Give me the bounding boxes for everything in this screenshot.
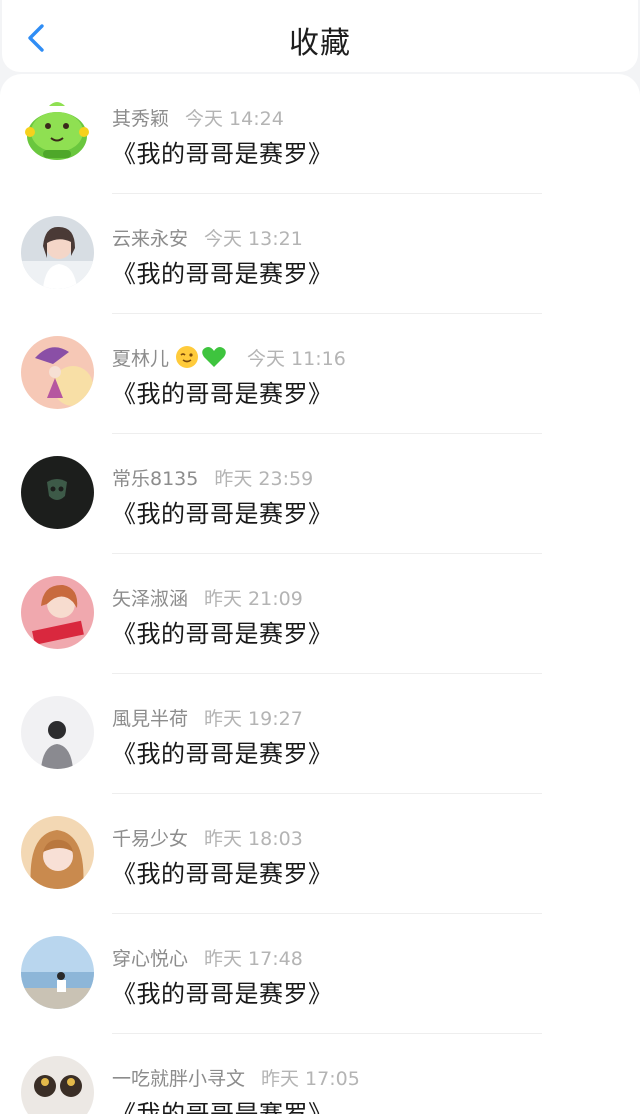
favorite-title[interactable]: 《我的哥哥是赛罗》	[112, 614, 333, 649]
green-heart-icon	[201, 345, 227, 374]
user-name[interactable]: 矢泽淑涵	[112, 588, 188, 610]
avatar[interactable]	[21, 456, 94, 529]
user-name[interactable]: 穿心悦心	[112, 948, 188, 970]
list-item[interactable]: 云来永安 今天 13:21 《我的哥哥是赛罗》	[0, 194, 640, 314]
item-meta: 云来永安 今天 13:21	[112, 224, 303, 251]
user-name[interactable]: 常乐8135	[112, 468, 198, 490]
timestamp: 昨天 19:27	[204, 708, 303, 730]
item-meta: 常乐8135 昨天 23:59	[112, 464, 313, 491]
avatar[interactable]	[21, 336, 94, 409]
timestamp: 昨天 17:05	[261, 1068, 360, 1090]
list-item[interactable]: 一吃就胖小寻文 昨天 17:05 《我的哥哥是赛罗》	[0, 1034, 640, 1114]
avatar[interactable]	[21, 216, 94, 289]
item-meta: 一吃就胖小寻文 昨天 17:05	[112, 1064, 360, 1091]
favorite-title[interactable]: 《我的哥哥是赛罗》	[112, 134, 333, 169]
timestamp: 昨天 18:03	[204, 828, 303, 850]
item-meta: 風見半荷 昨天 19:27	[112, 704, 303, 731]
favorite-title[interactable]: 《我的哥哥是赛罗》	[112, 254, 333, 289]
favorite-title[interactable]: 《我的哥哥是赛罗》	[112, 494, 333, 529]
user-name[interactable]: 云来永安	[112, 228, 188, 250]
timestamp: 今天 11:16	[247, 348, 346, 370]
user-name[interactable]: 風見半荷	[112, 708, 188, 730]
wink-emoji-icon	[175, 345, 199, 374]
favorite-title[interactable]: 《我的哥哥是赛罗》	[112, 1094, 333, 1114]
item-meta: 夏林儿 今天 11:16	[112, 344, 346, 374]
timestamp: 今天 14:24	[185, 108, 284, 130]
avatar[interactable]	[21, 696, 94, 769]
avatar[interactable]	[21, 1056, 94, 1114]
top-navigation-bar: 收藏	[2, 0, 638, 72]
avatar[interactable]	[21, 936, 94, 1009]
list-item[interactable]: 夏林儿 今天 11:16 《我的哥哥是赛罗》	[0, 314, 640, 434]
favorites-list: 其秀颖 今天 14:24 《我的哥哥是赛罗》 云来永安 今天 13:21 《我的哥哥…	[0, 74, 640, 1114]
page-title: 收藏	[289, 26, 351, 61]
item-meta: 千易少女 昨天 18:03	[112, 824, 303, 851]
favorite-title[interactable]: 《我的哥哥是赛罗》	[112, 974, 333, 1009]
timestamp: 昨天 21:09	[204, 588, 303, 610]
item-meta: 其秀颖 今天 14:24	[112, 104, 284, 131]
list-item[interactable]: 穿心悦心 昨天 17:48 《我的哥哥是赛罗》	[0, 914, 640, 1034]
item-meta: 矢泽淑涵 昨天 21:09	[112, 584, 303, 611]
user-name[interactable]: 一吃就胖小寻文	[112, 1068, 245, 1090]
avatar[interactable]	[21, 96, 94, 169]
user-name[interactable]: 千易少女	[112, 828, 188, 850]
favorite-title[interactable]: 《我的哥哥是赛罗》	[112, 734, 333, 769]
timestamp: 今天 13:21	[204, 228, 303, 250]
favorite-title[interactable]: 《我的哥哥是赛罗》	[112, 374, 333, 409]
avatar[interactable]	[21, 576, 94, 649]
favorite-title[interactable]: 《我的哥哥是赛罗》	[112, 854, 333, 889]
timestamp: 昨天 23:59	[214, 468, 314, 490]
list-item[interactable]: 其秀颖 今天 14:24 《我的哥哥是赛罗》	[0, 74, 640, 194]
item-meta: 穿心悦心 昨天 17:48	[112, 944, 303, 971]
list-item[interactable]: 矢泽淑涵 昨天 21:09 《我的哥哥是赛罗》	[0, 554, 640, 674]
list-item[interactable]: 千易少女 昨天 18:03 《我的哥哥是赛罗》	[0, 794, 640, 914]
user-name[interactable]: 其秀颖	[112, 108, 169, 130]
list-item[interactable]: 常乐8135 昨天 23:59 《我的哥哥是赛罗》	[0, 434, 640, 554]
timestamp: 昨天 17:48	[204, 948, 303, 970]
user-name[interactable]: 夏林儿	[112, 348, 169, 370]
avatar[interactable]	[21, 816, 94, 889]
list-item[interactable]: 風見半荷 昨天 19:27 《我的哥哥是赛罗》	[0, 674, 640, 794]
